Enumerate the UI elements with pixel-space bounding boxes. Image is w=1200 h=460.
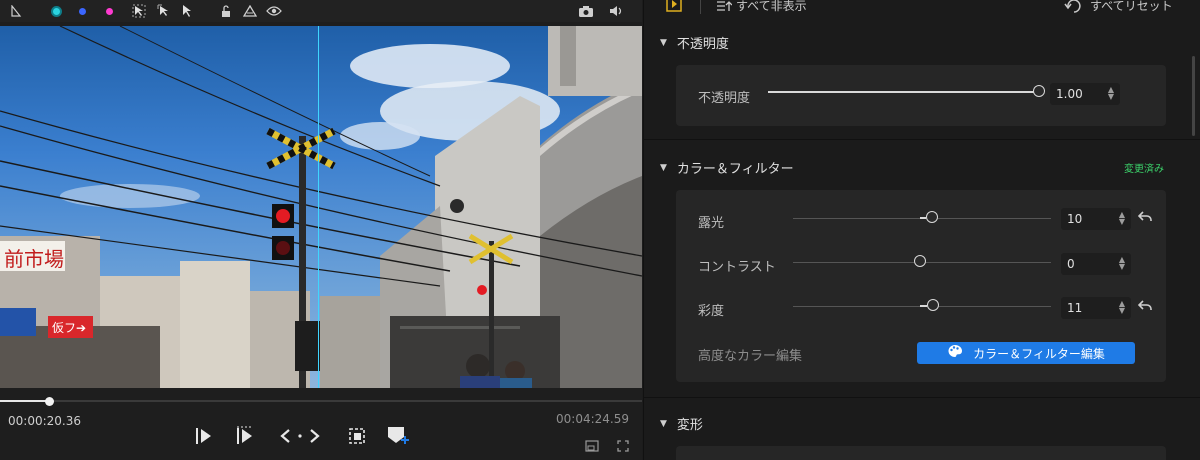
property-panel: すべて非表示 すべてリセット ▼ 不透明度 不透明度 1.00 ▲ ▼ ▼ カラー… [643,0,1200,460]
previous-frame-icon[interactable] [276,424,296,448]
opacity-box: 不透明度 1.00 ▲ ▼ [676,65,1166,126]
select-arrow-icon[interactable] [156,0,172,22]
color-filter-edit-label: カラー＆フィルター編集 [973,346,1105,361]
section-title-opacity: 不透明度 [676,37,729,52]
eye-icon[interactable] [265,0,283,22]
play-icon[interactable] [193,424,215,448]
header-divider [700,0,701,14]
hide-all-button[interactable]: すべて非表示 [716,0,807,14]
fullscreen-icon[interactable] [617,440,629,455]
panel-scrollbar[interactable] [1192,56,1195,136]
section-header-transform[interactable]: ▼ 変形 [660,414,703,433]
lock-icon[interactable] [219,0,233,22]
collapse-caret-icon: ▼ [660,37,667,48]
clip-properties-icon[interactable] [664,0,684,17]
exposure-stepper-icon[interactable]: ▲ ▼ [1117,211,1127,226]
panel-header: すべて非表示 すべてリセット [644,0,1200,16]
guide-line[interactable] [318,26,319,388]
next-frame-icon[interactable] [304,424,324,448]
palette-icon [947,344,963,362]
exposure-slider-handle[interactable] [926,211,938,223]
reset-all-button[interactable]: すべてリセット [1064,0,1173,14]
contrast-slider-handle[interactable] [914,255,926,267]
pip-icon[interactable] [585,440,599,455]
saturation-slider-fill [920,305,927,307]
add-marker-icon[interactable] [385,424,411,448]
pointer-icon[interactable] [180,0,194,22]
total-duration: 00:04:24.59 [556,412,629,426]
section-divider [644,139,1200,140]
scrubber-handle[interactable] [45,397,54,406]
camera-icon[interactable] [577,0,595,22]
opacity-slider-track[interactable] [768,91,1038,93]
exposure-reset-icon[interactable] [1137,210,1152,226]
contrast-stepper-icon[interactable]: ▲ ▼ [1117,256,1127,271]
section-title-transform: 変形 [676,418,703,433]
modified-badge: 変更済み [1124,164,1164,175]
playback-scrubber[interactable] [0,397,642,406]
select-region-icon[interactable] [131,0,147,22]
color-dot-blue[interactable] [76,0,88,22]
collapse-caret-icon: ▼ [660,162,667,173]
fit-to-frame-icon[interactable] [345,424,369,448]
current-time: 00:00:20.36 [8,414,81,428]
speaker-icon[interactable] [608,0,626,22]
mask-icon[interactable] [242,0,258,22]
saturation-stepper-icon[interactable]: ▲ ▼ [1117,300,1127,315]
section-header-color[interactable]: ▼ カラー＆フィルター [660,158,794,177]
collapse-caret-icon: ▼ [660,418,667,429]
video-viewer: 前市場 仮フ➔ 00:00:20.36 00:04:24.59 [0,0,642,460]
exposure-value: 10 [1067,212,1083,226]
section-header-opacity[interactable]: ▼ 不透明度 [660,33,729,52]
play-from-start-icon[interactable] [234,424,256,448]
color-dot-pink[interactable] [103,0,115,22]
viewer-toolbar [0,0,642,22]
opacity-label: 不透明度 [698,91,751,106]
opacity-stepper-icon[interactable]: ▲ ▼ [1106,86,1116,101]
saturation-reset-icon[interactable] [1137,299,1152,315]
opacity-value: 1.00 [1056,87,1083,101]
scrubber-track[interactable] [0,400,642,402]
transform-box [676,446,1166,460]
advanced-color-label: 高度なカラー編集 [698,349,803,364]
video-frame-image: 前市場 仮フ➔ [0,26,642,388]
reset-icon [1064,0,1081,13]
color-dot-cyan[interactable] [48,0,64,22]
collapse-all-icon [717,0,732,11]
svg-text:前市場: 前市場 [4,247,64,271]
reset-all-label: すべてリセット [1090,0,1173,13]
saturation-slider-handle[interactable] [927,299,939,311]
opacity-slider-handle[interactable] [1033,85,1045,97]
contrast-label: コントラスト [698,260,776,275]
svg-text:仮フ➔: 仮フ➔ [52,321,86,335]
video-preview[interactable]: 前市場 仮フ➔ [0,26,642,388]
section-divider [644,397,1200,398]
section-title-color: カラー＆フィルター [676,162,794,177]
color-filter-edit-button[interactable]: カラー＆フィルター編集 [917,342,1135,364]
frame-dot-icon [296,424,304,448]
saturation-value: 11 [1067,301,1083,315]
contrast-value: 0 [1067,257,1075,271]
hide-all-label: すべて非表示 [736,0,807,13]
exposure-label: 露光 [698,216,725,231]
trim-icon[interactable] [8,0,24,22]
scrubber-progress [0,400,50,402]
saturation-label: 彩度 [698,304,725,319]
